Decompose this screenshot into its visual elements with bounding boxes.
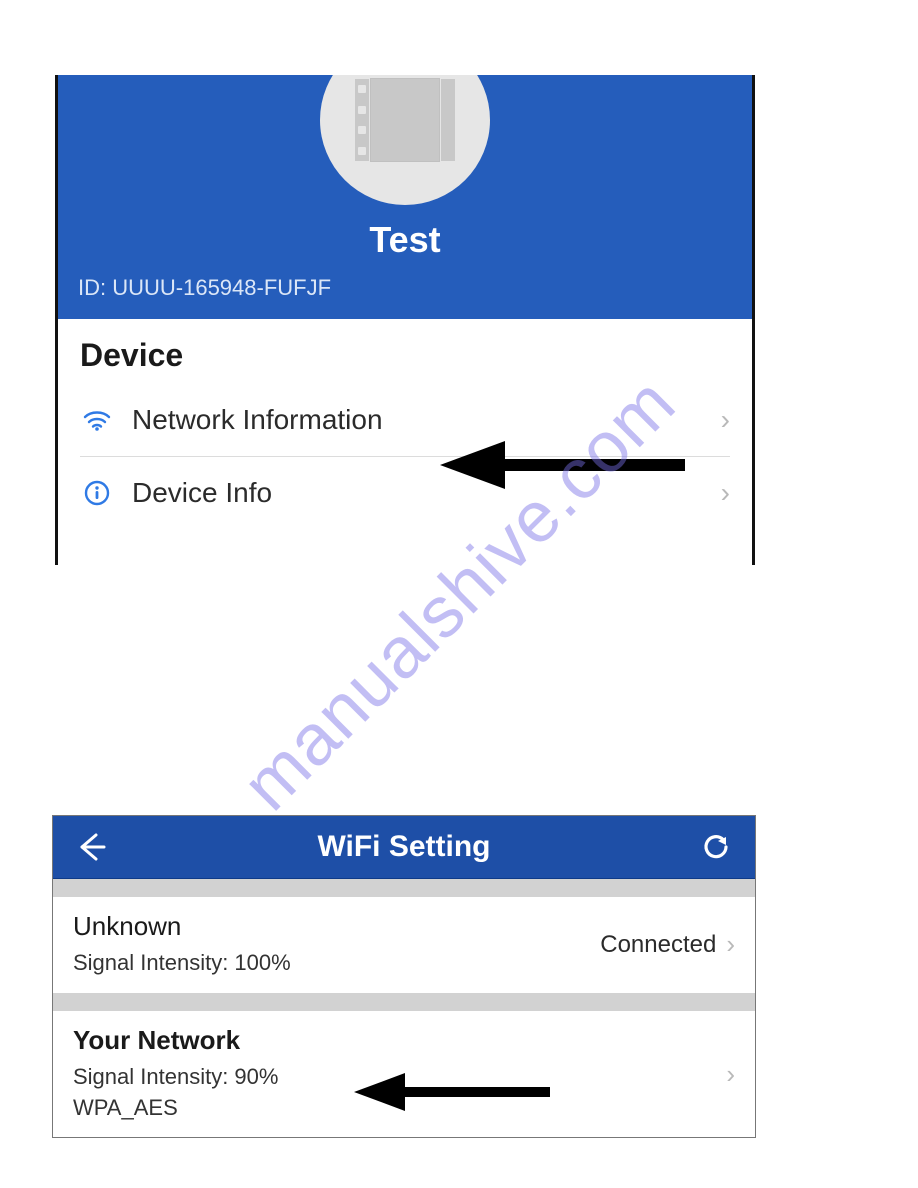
device-id: ID: UUUU-165948-FUFJF <box>58 261 752 301</box>
refresh-button[interactable] <box>697 828 735 866</box>
annotation-arrow-icon <box>435 435 705 505</box>
row-label: Network Information <box>132 404 383 436</box>
screen-title: WiFi Setting <box>317 830 490 864</box>
separator <box>53 993 755 1011</box>
network-signal: Signal Intensity: 100% <box>73 948 600 979</box>
separator <box>53 879 755 897</box>
chevron-right-icon: › <box>721 477 730 509</box>
profile-header: Test ID: UUUU-165948-FUFJF <box>58 75 752 319</box>
film-icon <box>370 78 440 162</box>
wifi-icon <box>80 409 114 431</box>
section-header-device: Device <box>58 319 752 384</box>
row-label: Device Info <box>132 477 272 509</box>
chevron-right-icon: › <box>726 1059 735 1090</box>
network-name: Unknown <box>73 911 600 942</box>
info-icon <box>80 479 114 507</box>
chevron-right-icon: › <box>721 404 730 436</box>
annotation-arrow-icon <box>350 1068 560 1122</box>
back-button[interactable] <box>73 828 111 866</box>
network-status: Connected <box>600 931 716 959</box>
titlebar: WiFi Setting <box>53 816 755 879</box>
chevron-right-icon: › <box>726 929 735 960</box>
device-title: Test <box>58 219 752 261</box>
avatar[interactable] <box>320 75 490 205</box>
network-name: Your Network <box>73 1025 726 1056</box>
wifi-row-connected[interactable]: Unknown Signal Intensity: 100% Connected… <box>53 897 755 993</box>
